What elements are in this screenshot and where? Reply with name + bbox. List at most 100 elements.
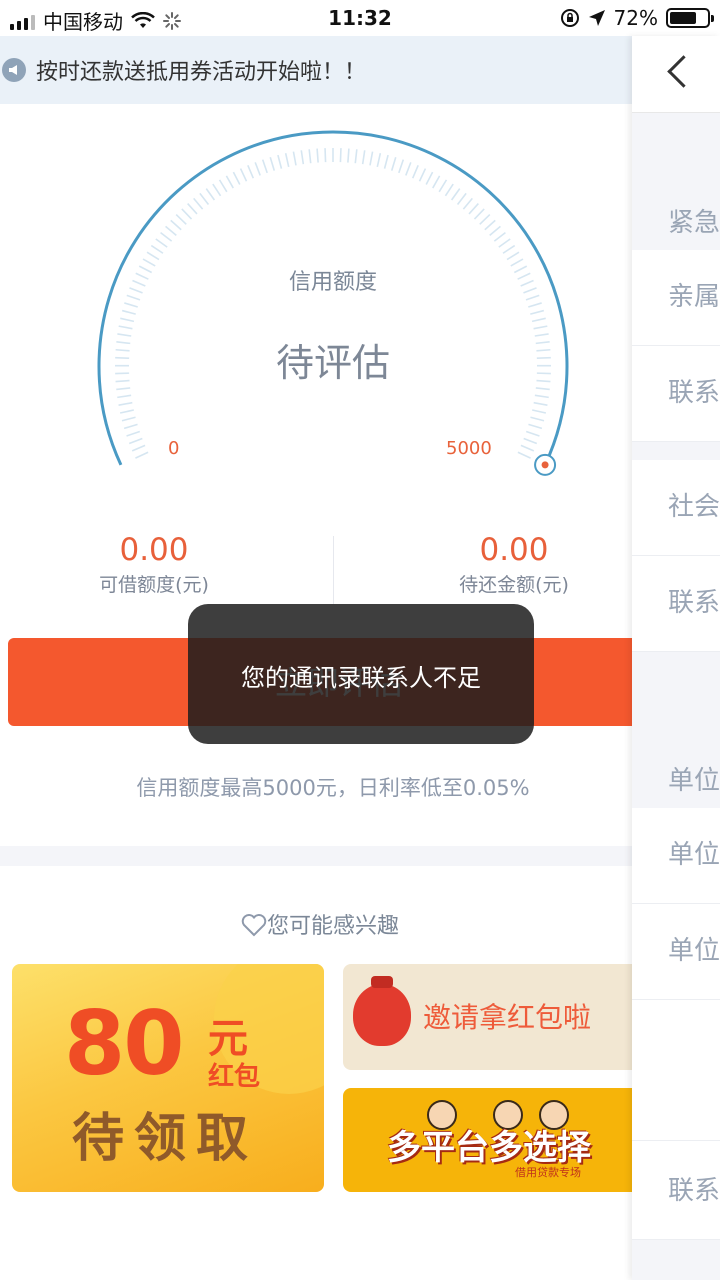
red-packet-banner[interactable]: 80 元 红包 待领取 (12, 964, 324, 1192)
megaphone-icon (2, 58, 26, 82)
gauge-tick (450, 188, 461, 201)
gauge-tick (532, 409, 547, 414)
gauge-tick (462, 197, 473, 210)
gauge-title: 信用额度 (288, 270, 377, 295)
side-panel: 紧急 亲属 联系 社会 联系 单位 单位 单位 联系 (632, 36, 720, 1280)
gauge-tick (128, 437, 143, 445)
gauge-tick (118, 401, 133, 407)
gauge-tick (354, 149, 358, 164)
gauge-tick (339, 148, 342, 163)
credit-gauge (97, 130, 569, 476)
gauge-tick (123, 423, 138, 430)
battery-percent: 72% (613, 6, 658, 30)
gauge-tick (468, 202, 479, 215)
gauge-tick (124, 302, 138, 308)
gauge-tick (489, 225, 501, 236)
gauge-tick (498, 238, 511, 248)
gauge-tick (324, 148, 327, 163)
gauge-tick (484, 219, 496, 231)
gauge-ticks (114, 148, 552, 459)
gauge-tick (212, 183, 222, 197)
gauge-tick (284, 153, 290, 168)
status-bar: 中国移动 11:32 72% (0, 0, 720, 36)
gauge-tick (533, 325, 548, 330)
gauge-tick (502, 244, 516, 254)
gauge-arc (97, 130, 569, 466)
heart-icon (241, 914, 267, 937)
gauge-tick (160, 231, 173, 242)
gauge-tick (520, 444, 535, 452)
gauge-tick (135, 451, 149, 459)
back-icon[interactable] (632, 36, 720, 113)
gauge-tick (120, 317, 135, 323)
pending-repayment: 0.00 待还金额(元) (364, 532, 664, 597)
gauge-max-label: 5000 (446, 438, 492, 459)
interest-title: 您可能感兴趣 (0, 908, 640, 940)
gauge-tick (187, 202, 198, 215)
gauge-tick (316, 148, 319, 163)
panel-item-employer[interactable]: 单位 (632, 808, 720, 904)
gauge-tick (523, 437, 538, 445)
platform-banner-text: 多平台多选择 (387, 1128, 591, 1168)
gauge-tick (254, 162, 261, 176)
red-packet-amount: 80 (64, 992, 184, 1095)
gauge-tick (398, 159, 405, 174)
gauge-tick (361, 150, 366, 165)
gauge-tick (165, 225, 177, 236)
gauge-tick (126, 430, 141, 437)
invite-banner-text: 邀请拿红包啦 (423, 1001, 592, 1034)
panel-item-contact[interactable]: 联系 (632, 1144, 720, 1240)
platform-banner[interactable]: 多平台多选择 借用贷款专场 (343, 1088, 643, 1192)
rate-note: 信用额度最高5000元，日利率低至0.05% (136, 776, 530, 800)
notice-bar[interactable]: 按时还款送抵用券活动开始啦！！ (0, 36, 632, 104)
gauge-tick (531, 317, 546, 323)
toast-text: 您的通讯录联系人不足 (241, 664, 481, 692)
available-credit-value: 0.00 (119, 532, 189, 568)
gauge-tick (479, 213, 491, 225)
gauge-tick (170, 219, 182, 231)
pending-repayment-value: 0.00 (479, 532, 549, 568)
gauge-tick (121, 416, 136, 422)
location-icon (588, 10, 605, 26)
pending-repayment-label: 待还金额(元) (459, 574, 569, 596)
main-page: 按时还款送抵用券活动开始啦！！ 信用额度 待评估 0 5000 0.00 可借额… (0, 36, 648, 1280)
panel-item-employer[interactable]: 单位 (632, 904, 720, 1000)
gauge-tick (369, 151, 374, 166)
panel-item-relative[interactable]: 亲属 (632, 250, 720, 346)
gauge-tick (269, 156, 276, 171)
gauge-tick (118, 325, 133, 330)
gauge-tick (121, 309, 136, 315)
gauge-status: 待评估 (275, 341, 390, 385)
stats-divider (333, 536, 334, 604)
gauge-tick (347, 148, 350, 163)
panel-item-social[interactable]: 社会 (632, 460, 720, 556)
gauge-tick (534, 394, 549, 399)
gauge-tick (456, 192, 467, 205)
gauge-tick (525, 294, 540, 301)
panel-item-contact[interactable]: 联系 (632, 346, 720, 442)
rotation-lock-icon (560, 9, 579, 27)
gauge-min-label: 0 (168, 438, 180, 459)
panel-item-contact[interactable]: 联系 (632, 556, 720, 652)
gauge-tick (146, 251, 160, 261)
panel-gap (632, 652, 720, 752)
gauge-tick (116, 387, 131, 391)
interest-section: 您可能感兴趣 80 元 红包 待领取 邀请拿红包啦 多平台多选择 借用贷款专场 (0, 866, 643, 1280)
gauge-tick (525, 430, 540, 437)
gauge-tick (530, 309, 545, 315)
gauge-tick (405, 162, 412, 176)
gauge-tick (199, 192, 210, 205)
gauge-tick (150, 244, 164, 254)
gauge-tick (308, 149, 312, 164)
gauge-tick (119, 409, 134, 414)
available-credit-label: 可借额度(元) (99, 574, 209, 596)
platform-banner-subtext: 借用贷款专场 (515, 1166, 581, 1179)
red-packet-action: 待领取 (72, 1109, 259, 1169)
gauge-tick (126, 294, 141, 301)
section-emergency: 紧急 (632, 196, 720, 256)
gauge-tick (239, 168, 248, 182)
gauge-tick (261, 159, 268, 174)
gauge-tick (533, 401, 548, 407)
gauge-tick (473, 208, 485, 220)
invite-banner[interactable]: 邀请拿红包啦 (343, 964, 643, 1070)
